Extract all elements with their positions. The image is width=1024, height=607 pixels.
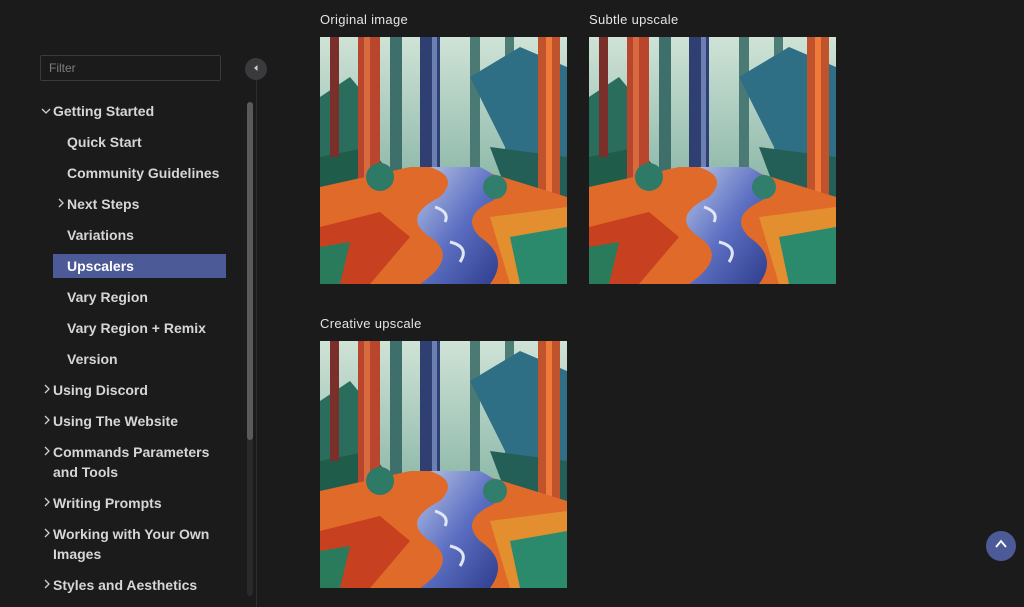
sidebar-item-quick-start[interactable]: Quick Start [67,132,226,152]
sidebar-item-commands-parameters-tools[interactable]: Commands Parameters and Tools [53,442,226,482]
caption-creative-upscale: Creative upscale [320,316,422,331]
chevron-right-icon[interactable] [41,578,53,590]
sidebar-divider [256,80,257,607]
chevron-right-icon[interactable] [41,496,53,508]
sidebar-item-using-the-website[interactable]: Using The Website [53,411,226,431]
chevron-right-icon[interactable] [41,383,53,395]
caption-subtle-upscale: Subtle upscale [589,12,679,27]
chevron-right-icon[interactable] [55,197,67,209]
sidebar-item-next-steps[interactable]: Next Steps [67,194,226,214]
sidebar-item-version[interactable]: Version [67,349,226,369]
sidebar-item-vary-region[interactable]: Vary Region [67,287,226,307]
sidebar-item-using-discord[interactable]: Using Discord [53,380,226,400]
scrollbar-thumb[interactable] [247,102,253,440]
sidebar-item-variations[interactable]: Variations [67,225,226,245]
chevron-right-icon[interactable] [41,527,53,539]
sidebar: Getting Started Quick Start Community Gu… [0,0,267,607]
creative-upscale-image [320,341,567,588]
chevron-down-icon[interactable] [40,105,52,117]
chevron-right-icon[interactable] [41,414,53,426]
sidebar-item-getting-started[interactable]: Getting Started [53,101,226,121]
sidebar-item-working-with-own-images[interactable]: Working with Your Own Images [53,524,213,564]
filter-input[interactable] [40,55,221,81]
subtle-upscale-image [589,37,836,284]
chevron-left-icon [251,60,261,78]
sidebar-item-vary-region-remix[interactable]: Vary Region + Remix [67,318,226,338]
caption-original-image: Original image [320,12,409,27]
sidebar-item-writing-prompts[interactable]: Writing Prompts [53,493,226,513]
collapse-sidebar-button[interactable] [245,58,267,80]
chevron-right-icon[interactable] [41,445,53,457]
sidebar-item-upscalers[interactable]: Upscalers [53,254,226,278]
sidebar-item-styles-aesthetics[interactable]: Styles and Aesthetics [53,575,226,595]
original-image [320,37,567,284]
sidebar-item-community-guidelines[interactable]: Community Guidelines [67,163,226,183]
chevron-up-icon [994,537,1008,556]
scroll-to-top-button[interactable] [986,531,1016,561]
sidebar-scrollbar[interactable] [247,102,253,596]
